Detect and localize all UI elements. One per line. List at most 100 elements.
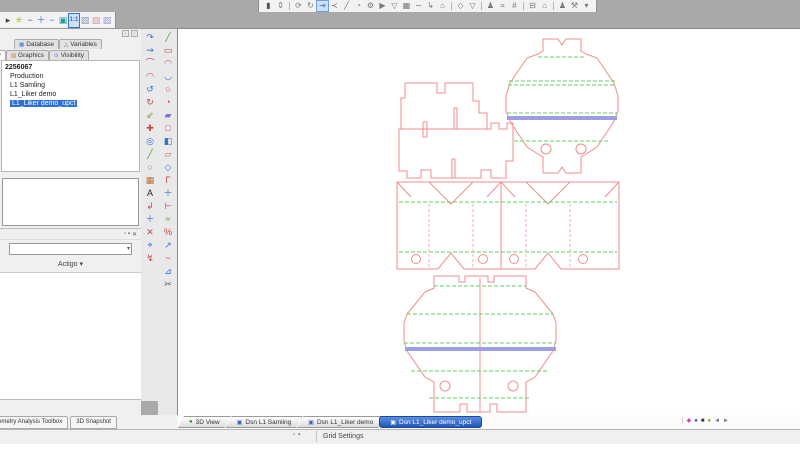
cut-lines[interactable] (397, 39, 619, 412)
hash-grid-icon[interactable]: # (509, 1, 520, 11)
subpanel-button-0-icon[interactable]: ▫ (124, 231, 126, 237)
zigzag-tool-icon[interactable]: ↯ (143, 252, 157, 265)
wave-tool-icon[interactable]: ≈ (161, 213, 175, 226)
zoom-in-icon[interactable]: ＋ (36, 14, 46, 27)
home2-icon[interactable]: ⌂ (539, 1, 550, 11)
scale-one-to-one-icon[interactable]: 1:1 (69, 14, 79, 27)
panel-tab-variables[interactable]: △Variables (59, 39, 102, 49)
dropdown-icon[interactable]: ▽ (389, 1, 400, 11)
point-tool-icon[interactable]: ＋ (143, 213, 157, 226)
style-combobox[interactable]: ▾ (9, 243, 132, 255)
layer-magenta-icon[interactable]: ◆ (687, 417, 692, 424)
grid-settings-label[interactable]: Grid Settings (323, 433, 363, 440)
circle-tool-icon[interactable]: ○ (161, 83, 175, 96)
drawing-canvas[interactable] (177, 28, 800, 416)
cut-tool-icon[interactable]: ✂ (161, 278, 175, 291)
tree-item-0[interactable]: Production (5, 72, 139, 81)
corner-tool-icon[interactable]: Γ (161, 174, 175, 187)
tree-item-3[interactable]: L1_Liker demo_upct (5, 99, 139, 108)
subpanel-button-1-icon[interactable]: ▪ (128, 231, 130, 237)
soft-crease-lines[interactable] (429, 204, 570, 267)
diamond-tool-icon[interactable]: ◇ (455, 1, 466, 11)
offset-tool-icon[interactable]: ⇙ (143, 109, 157, 122)
rotate-cw-tool-icon[interactable]: ↻ (143, 96, 157, 109)
rotate-ccw-tool-icon[interactable]: ↺ (143, 83, 157, 96)
grid-icon[interactable]: ▦ (401, 1, 412, 11)
scroll-left-icon[interactable]: ◄ (714, 418, 720, 424)
triangle-tool-icon[interactable]: ▽ (467, 1, 478, 11)
target-tool-icon[interactable]: ⌖ (143, 239, 157, 252)
branch-icon[interactable]: ↳ (425, 1, 436, 11)
panel-tab-hierarchy[interactable]: Hierarchy (0, 50, 6, 60)
pan-tool-icon[interactable]: ⇥ (317, 1, 328, 11)
panel-pin-icon[interactable]: ◦ (122, 30, 129, 37)
snap-star-icon[interactable]: ✳ (14, 14, 24, 27)
dimension-tool-icon[interactable]: ↗ (161, 239, 175, 252)
doc-tab-3d-view[interactable]: ●3D View (178, 416, 231, 428)
tree-root-item[interactable]: 2256067 (5, 63, 139, 72)
toolbox-tab-geometry-analysis-toolbox[interactable]: Geometry Analysis Toolbox (0, 416, 68, 429)
layer-olive-icon[interactable]: ● (707, 418, 711, 424)
layer-blue-icon[interactable]: ● (694, 418, 698, 424)
zoom-out-icon[interactable]: − (25, 14, 35, 27)
arc-top-tool-icon[interactable]: ◠ (161, 57, 175, 70)
angle-tool-icon[interactable]: ≺ (329, 1, 340, 11)
doc-tab-dsn-l1-liker-demo[interactable]: ▣Dsn L1_Liker demo (297, 416, 384, 428)
half-square-tool-icon[interactable]: ◧ (161, 135, 175, 148)
square-tool-icon[interactable]: □ (161, 122, 175, 135)
fit-view-icon[interactable]: ▣ (58, 14, 68, 27)
triangle-tool-icon[interactable]: ⊿ (161, 265, 175, 278)
delete-tool-icon[interactable]: ✕ (143, 226, 157, 239)
statusbar-button-1-icon[interactable]: ▪ (298, 432, 300, 438)
settings-icon[interactable]: ⚙ (365, 1, 376, 11)
trim-tool-icon[interactable]: ↲ (143, 200, 157, 213)
view-mode-1-icon[interactable]: ▨ (80, 14, 90, 27)
toolbox-tab-3d-snapshot[interactable]: 3D Snapshot (70, 416, 117, 429)
play-icon[interactable]: ▶ (377, 1, 388, 11)
crease-lines[interactable] (399, 57, 617, 398)
view-mode-2-icon[interactable]: ▨ (91, 14, 101, 27)
hatch-tool-icon[interactable]: ▦ (143, 174, 157, 187)
intersect-tool-icon[interactable]: ✚ (143, 122, 157, 135)
layer-black-icon[interactable]: ■ (701, 418, 705, 424)
panel-tab-database[interactable]: ▦Database (14, 39, 59, 49)
panel-tab-graphics[interactable]: ▨Graphics (6, 50, 49, 60)
diamond-tool-icon[interactable]: ◇ (161, 161, 175, 174)
move-vertical-icon[interactable]: ⇕ (275, 1, 286, 11)
pie-tool-icon[interactable]: ◔ (161, 96, 175, 109)
curve-icon[interactable]: ∼ (413, 1, 424, 11)
filled-rect-tool-icon[interactable]: ▰ (161, 109, 175, 122)
document-tree[interactable]: 2256067ProductionL1 SamlingL1_Liker demo… (1, 60, 140, 172)
mini-separator-icon[interactable]: | (682, 418, 684, 424)
text-tool-icon[interactable]: A (143, 187, 157, 200)
line-angle-tool-icon[interactable]: ╱ (143, 148, 157, 161)
view-mode-3-icon[interactable]: ▨ (102, 14, 112, 27)
tools-icon[interactable]: ⚒ (569, 1, 580, 11)
tree-item-1[interactable]: L1 Samling (5, 81, 139, 90)
proportion-icon[interactable]: ∝ (497, 1, 508, 11)
more-dropdown-icon[interactable]: ▾ (581, 1, 592, 11)
object2-icon[interactable]: ♟ (557, 1, 568, 11)
panel-tab-visibility[interactable]: ⊙Visibility (49, 50, 89, 60)
line-tool-icon[interactable]: ╱ (341, 1, 352, 11)
doc-tab-dsn-l1-samling[interactable]: ▣Dsn L1 Samling (226, 416, 303, 428)
arc-3pt-tool-icon[interactable]: ◠ (143, 70, 157, 83)
rectangle-tool-icon[interactable]: ▭ (161, 44, 175, 57)
arc-bottom-tool-icon[interactable]: ◡ (161, 70, 175, 83)
panel-icon[interactable]: ⊟ (527, 1, 538, 11)
doc-tab-dsn-l1-liker-demo-upct[interactable]: ▣Dsn L1_Liker demo_upct (379, 416, 482, 428)
parallelogram-tool-icon[interactable]: ▱ (161, 148, 175, 161)
arc-cw-tool-icon[interactable]: ↷ (143, 31, 157, 44)
zoom-out-blue-icon[interactable]: − (47, 14, 57, 27)
panel-close-icon[interactable]: ◦ (131, 30, 138, 37)
line-tool-icon[interactable]: ╱ (161, 31, 175, 44)
spline-tool-icon[interactable]: ⇝ (143, 44, 157, 57)
combo-dropdown-icon[interactable]: ▾ (127, 245, 130, 252)
tree-item-2[interactable]: L1_Liker demo (5, 90, 139, 99)
arc-tool-icon[interactable]: ⌒ (143, 57, 157, 70)
scroll-right-icon[interactable]: ► (723, 418, 729, 424)
rotate-icon[interactable]: ↻ (305, 1, 316, 11)
ellipse-tool-icon[interactable]: ○ (143, 161, 157, 174)
home-icon[interactable]: ⌂ (437, 1, 448, 11)
subpanel-button-2-icon[interactable]: ✕ (132, 231, 137, 238)
